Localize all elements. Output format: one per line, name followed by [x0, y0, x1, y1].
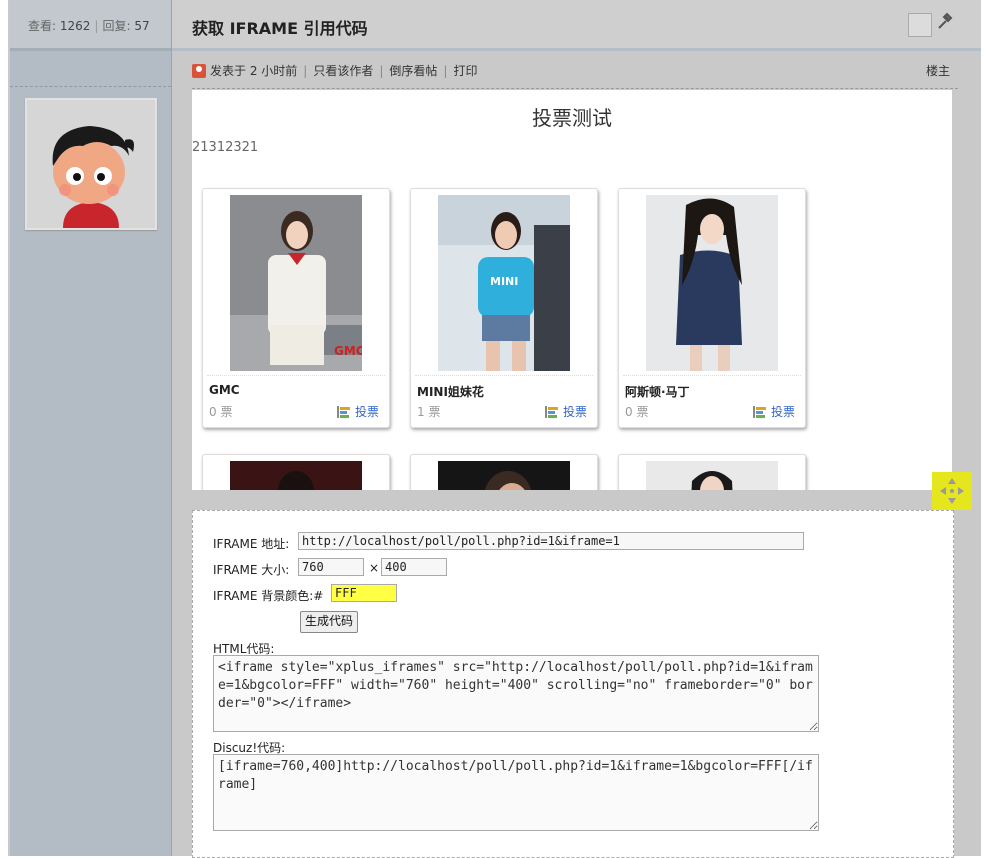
option-photo[interactable] — [230, 461, 362, 490]
vote-label: 投票 — [770, 405, 795, 419]
replies-label: 回复: — [102, 19, 131, 33]
svg-text:MINI: MINI — [490, 275, 518, 288]
resize-handle[interactable] — [932, 472, 972, 510]
post-meta: 发表于 2 小时前 | 只看该作者 | 倒序看帖 | 打印 — [192, 62, 477, 79]
poll-option-card: GMC GMC 0 票 投票 — [202, 188, 390, 428]
poll-title: 投票测试 — [532, 106, 612, 130]
option-name: 阿斯顿·马丁 — [625, 385, 690, 399]
only-author-link[interactable]: 只看该作者 — [313, 62, 373, 79]
pin-icon[interactable] — [937, 12, 953, 34]
vote-label: 投票 — [562, 405, 587, 419]
post-time: 发表于 2 小时前 — [210, 64, 298, 78]
avatar-cartoon-icon — [27, 100, 155, 228]
option-vote-count: 0 票 — [625, 405, 649, 419]
option-photo[interactable]: GMC — [230, 195, 362, 371]
discuz-code-textarea[interactable]: [iframe=760,400]http://localhost/poll/po… — [213, 754, 819, 831]
option-photo[interactable] — [646, 461, 778, 490]
user-icon — [192, 63, 206, 78]
vote-button[interactable]: 投票 — [336, 403, 379, 420]
bar-chart-icon — [752, 405, 766, 418]
option-photo[interactable] — [646, 195, 778, 371]
poll-option-card — [202, 454, 390, 490]
svg-text:GMC: GMC — [334, 344, 362, 358]
replies-count: 57 — [134, 19, 150, 33]
poll-option-card: MINI MINI姐妹花 1 票 投票 — [410, 188, 598, 428]
thread-stats: 查看: 1262 | 回复: 57 — [28, 19, 150, 33]
iframe-width-input[interactable] — [298, 558, 364, 576]
iframe-height-input[interactable] — [381, 558, 447, 576]
url-label: IFRAME 地址: — [213, 537, 290, 551]
reverse-order-link[interactable]: 倒序看帖 — [389, 62, 437, 79]
print-link[interactable]: 打印 — [453, 62, 477, 79]
vote-button[interactable]: 投票 — [752, 403, 795, 420]
floor-label: 楼主 — [926, 64, 951, 78]
poll-option-card — [618, 454, 806, 490]
generate-code-button[interactable]: 生成代码 — [300, 611, 359, 633]
option-vote-count: 1 票 — [417, 405, 441, 419]
page-title: 获取 IFRAME 引用代码 — [192, 19, 368, 38]
avatar[interactable] — [25, 98, 157, 230]
vote-button[interactable]: 投票 — [544, 403, 587, 420]
poll-description: 21312321 — [192, 140, 259, 155]
title-bar: 获取 IFRAME 引用代码 — [172, 0, 981, 51]
option-name: GMC — [209, 383, 240, 397]
html-code-textarea[interactable]: <iframe style="xplus_iframes" src="http:… — [213, 655, 819, 732]
move-arrows-icon — [940, 478, 964, 504]
sidebar-stats-bar: 查看: 1262 | 回复: 57 — [10, 0, 171, 51]
size-label: IFRAME 大小: — [213, 563, 290, 577]
iframe-preview[interactable]: 投票测试 21312321 GMC GMC 0 票 投票 MINI MINI姐妹… — [192, 90, 952, 490]
iframe-code-generator: IFRAME 地址: IFRAME 大小: × IFRAME 背景颜色:# 生成… — [192, 510, 954, 858]
views-count: 1262 — [59, 19, 91, 33]
views-label: 查看: — [28, 19, 57, 33]
vote-label: 投票 — [354, 405, 379, 419]
author-sidebar: 查看: 1262 | 回复: 57 — [10, 0, 172, 856]
option-vote-count: 0 票 — [209, 405, 233, 419]
option-photo[interactable]: MINI — [438, 195, 570, 371]
poll-option-card: 阿斯顿·马丁 0 票 投票 — [618, 188, 806, 428]
bg-color-input[interactable] — [331, 584, 397, 602]
meta-divider — [192, 88, 958, 89]
toolbar-square-button[interactable] — [908, 13, 932, 37]
iframe-url-input[interactable] — [298, 532, 804, 550]
times-sign: × — [369, 561, 380, 575]
option-name: MINI姐妹花 — [417, 385, 484, 399]
poll-option-card — [410, 454, 598, 490]
sidebar-divider — [10, 86, 171, 87]
bg-color-label: IFRAME 背景颜色:# — [213, 589, 324, 603]
bar-chart-icon — [336, 405, 350, 418]
bar-chart-icon — [544, 405, 558, 418]
option-photo[interactable] — [438, 461, 570, 490]
